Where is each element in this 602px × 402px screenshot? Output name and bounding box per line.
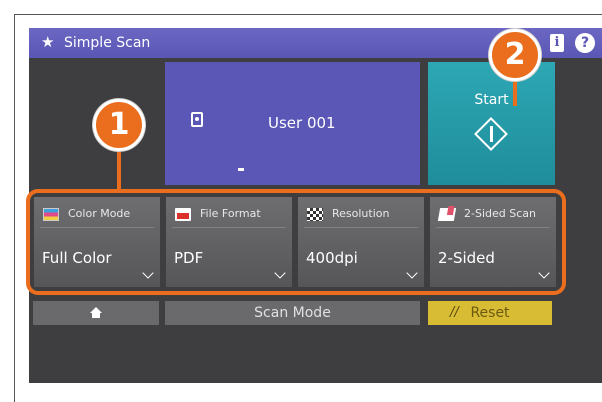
resolution-label: Resolution bbox=[332, 207, 390, 220]
help-icon[interactable]: ? bbox=[575, 33, 595, 53]
color-mode-value: Full Color bbox=[42, 249, 112, 267]
file-format-label: File Format bbox=[200, 207, 261, 220]
callout-2-connector bbox=[513, 80, 517, 106]
file-format-button[interactable]: File Format PDF bbox=[166, 197, 292, 287]
resolution-value: 400dpi bbox=[306, 249, 358, 267]
reset-icon: // bbox=[450, 305, 459, 320]
color-mode-button[interactable]: Color Mode Full Color bbox=[34, 197, 160, 287]
callout-1-connector bbox=[117, 150, 121, 190]
divider bbox=[172, 227, 286, 228]
resolution-button[interactable]: Resolution 400dpi bbox=[298, 197, 424, 287]
star-icon: ★ bbox=[41, 33, 55, 51]
pdf-icon bbox=[175, 208, 191, 221]
divider bbox=[304, 227, 418, 228]
chevron-down-icon bbox=[538, 267, 550, 279]
divider bbox=[40, 227, 154, 228]
start-bar-icon bbox=[490, 126, 493, 142]
text-cursor bbox=[238, 168, 244, 171]
home-icon bbox=[90, 307, 102, 318]
two-sided-value: 2-Sided bbox=[438, 249, 495, 267]
start-label: Start bbox=[474, 92, 509, 108]
two-sided-label: 2-Sided Scan bbox=[464, 207, 536, 220]
chevron-down-icon bbox=[274, 267, 286, 279]
user-card-icon bbox=[191, 112, 203, 127]
info-icon[interactable]: i bbox=[550, 34, 564, 52]
reset-label: Reset bbox=[470, 305, 510, 321]
two-sided-icon bbox=[437, 208, 457, 221]
color-mode-icon bbox=[43, 208, 59, 221]
user-tile[interactable]: User 001 bbox=[165, 62, 420, 185]
divider bbox=[436, 227, 550, 228]
user-name: User 001 bbox=[268, 114, 336, 132]
file-format-value: PDF bbox=[174, 249, 204, 267]
app-title: Simple Scan bbox=[64, 35, 151, 51]
chevron-down-icon bbox=[406, 267, 418, 279]
two-sided-scan-button[interactable]: 2-Sided Scan 2-Sided bbox=[430, 197, 556, 287]
callout-1: 1 bbox=[93, 99, 145, 151]
color-mode-label: Color Mode bbox=[68, 207, 131, 220]
resolution-icon bbox=[307, 208, 323, 221]
scan-mode-button[interactable]: Scan Mode bbox=[165, 301, 420, 325]
home-button[interactable] bbox=[33, 301, 159, 325]
callout-2: 2 bbox=[489, 29, 541, 81]
chevron-down-icon bbox=[142, 267, 154, 279]
start-button[interactable]: Start bbox=[428, 62, 555, 185]
reset-button[interactable]: // Reset bbox=[428, 301, 552, 325]
